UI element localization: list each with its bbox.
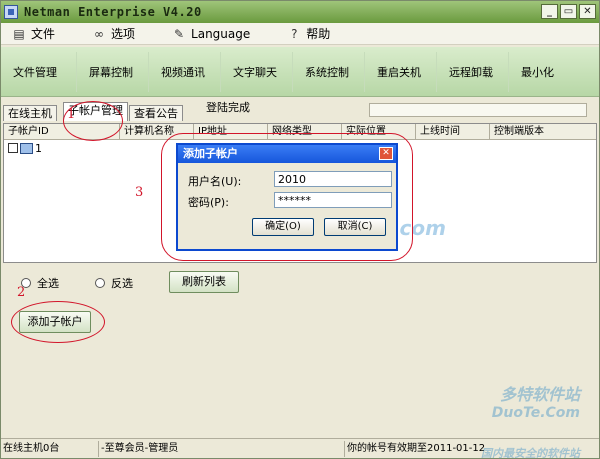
menu-bar: ▤ 文件 ∞ 选项 ✎ Language ? 帮助: [1, 23, 599, 45]
status-box: [369, 103, 587, 117]
tab-notice[interactable]: 查看公告: [129, 105, 183, 121]
window-title: Netman Enterprise V4.20: [24, 5, 202, 19]
help-icon: ?: [291, 26, 298, 41]
close-button[interactable]: ✕: [579, 4, 596, 19]
menu-options-label: 选项: [111, 27, 136, 41]
menu-language-label: Language: [191, 26, 251, 41]
col-client-version[interactable]: 控制端版本: [490, 124, 596, 140]
tab-online-hosts[interactable]: 在线主机: [3, 105, 57, 121]
video-call-button[interactable]: 视频通讯: [153, 51, 221, 92]
annotation-ellipse-add: [11, 301, 105, 343]
annotation-number-3: 3: [135, 185, 144, 200]
online-host-count: 在线主机0台: [1, 440, 99, 457]
system-control-button[interactable]: 系统控制: [297, 51, 365, 92]
watermark-brand-cn: 多特软件站: [499, 385, 580, 404]
annotation-number-1: 1: [67, 107, 76, 122]
maximize-button[interactable]: ▭: [560, 4, 577, 19]
col-online-time[interactable]: 上线时间: [416, 124, 490, 140]
document-icon: ▤: [13, 26, 25, 41]
menu-file[interactable]: ▤ 文件: [11, 25, 55, 42]
watermark-brand-en: DuoTe.Com: [491, 405, 580, 421]
remote-uninstall-button[interactable]: 远程卸载: [441, 51, 509, 92]
computer-icon: [20, 142, 33, 154]
title-bar[interactable]: Netman Enterprise V4.20 _ ▭ ✕: [1, 1, 599, 23]
restart-shutdown-button[interactable]: 重启关机: [369, 51, 437, 92]
row-checkbox[interactable]: [8, 143, 18, 153]
file-manager-button[interactable]: 文件管理: [5, 51, 77, 92]
menu-help[interactable]: ? 帮助: [286, 25, 330, 42]
invert-radio[interactable]: 反选: [95, 275, 133, 291]
minimize-tool-button[interactable]: 最小化: [513, 52, 571, 92]
menu-language[interactable]: ✎ Language: [171, 27, 250, 41]
watermark-corner: 多特软件站 DuoTe.Com 国内最安全的软件站: [481, 381, 580, 459]
refresh-list-button[interactable]: 刷新列表: [169, 271, 239, 293]
minimize-button[interactable]: _: [541, 4, 558, 19]
watermark-slogan: 国内最安全的软件站: [481, 447, 580, 459]
member-level: -至尊会员-管理员: [99, 440, 345, 457]
row-id: 1: [35, 141, 42, 155]
radio-circle[interactable]: [95, 278, 105, 288]
toolbar: 文件管理 屏幕控制 视频通讯 文字聊天 系统控制 重启关机 远程卸载 最小化: [1, 47, 599, 97]
menu-file-label: 文件: [31, 27, 56, 41]
app-icon: [4, 5, 18, 19]
screen-control-button[interactable]: 屏幕控制: [81, 51, 149, 92]
select-all-radio[interactable]: 全选: [21, 275, 59, 291]
text-chat-button[interactable]: 文字聊天: [225, 51, 293, 92]
annotation-box-dialog: [161, 133, 413, 261]
glasses-icon: ∞: [94, 26, 105, 41]
invert-label: 反选: [111, 277, 133, 290]
annotation-number-2: 2: [17, 285, 26, 300]
menu-help-label: 帮助: [306, 27, 331, 41]
status-message: 登陆完成: [206, 101, 250, 114]
menu-options[interactable]: ∞ 选项: [91, 25, 135, 42]
select-all-label: 全选: [37, 277, 59, 290]
app-window: Netman Enterprise V4.20 _ ▭ ✕ ▤ 文件 ∞ 选项 ✎ L…: [0, 0, 600, 459]
pen-icon: ✎: [174, 26, 185, 41]
